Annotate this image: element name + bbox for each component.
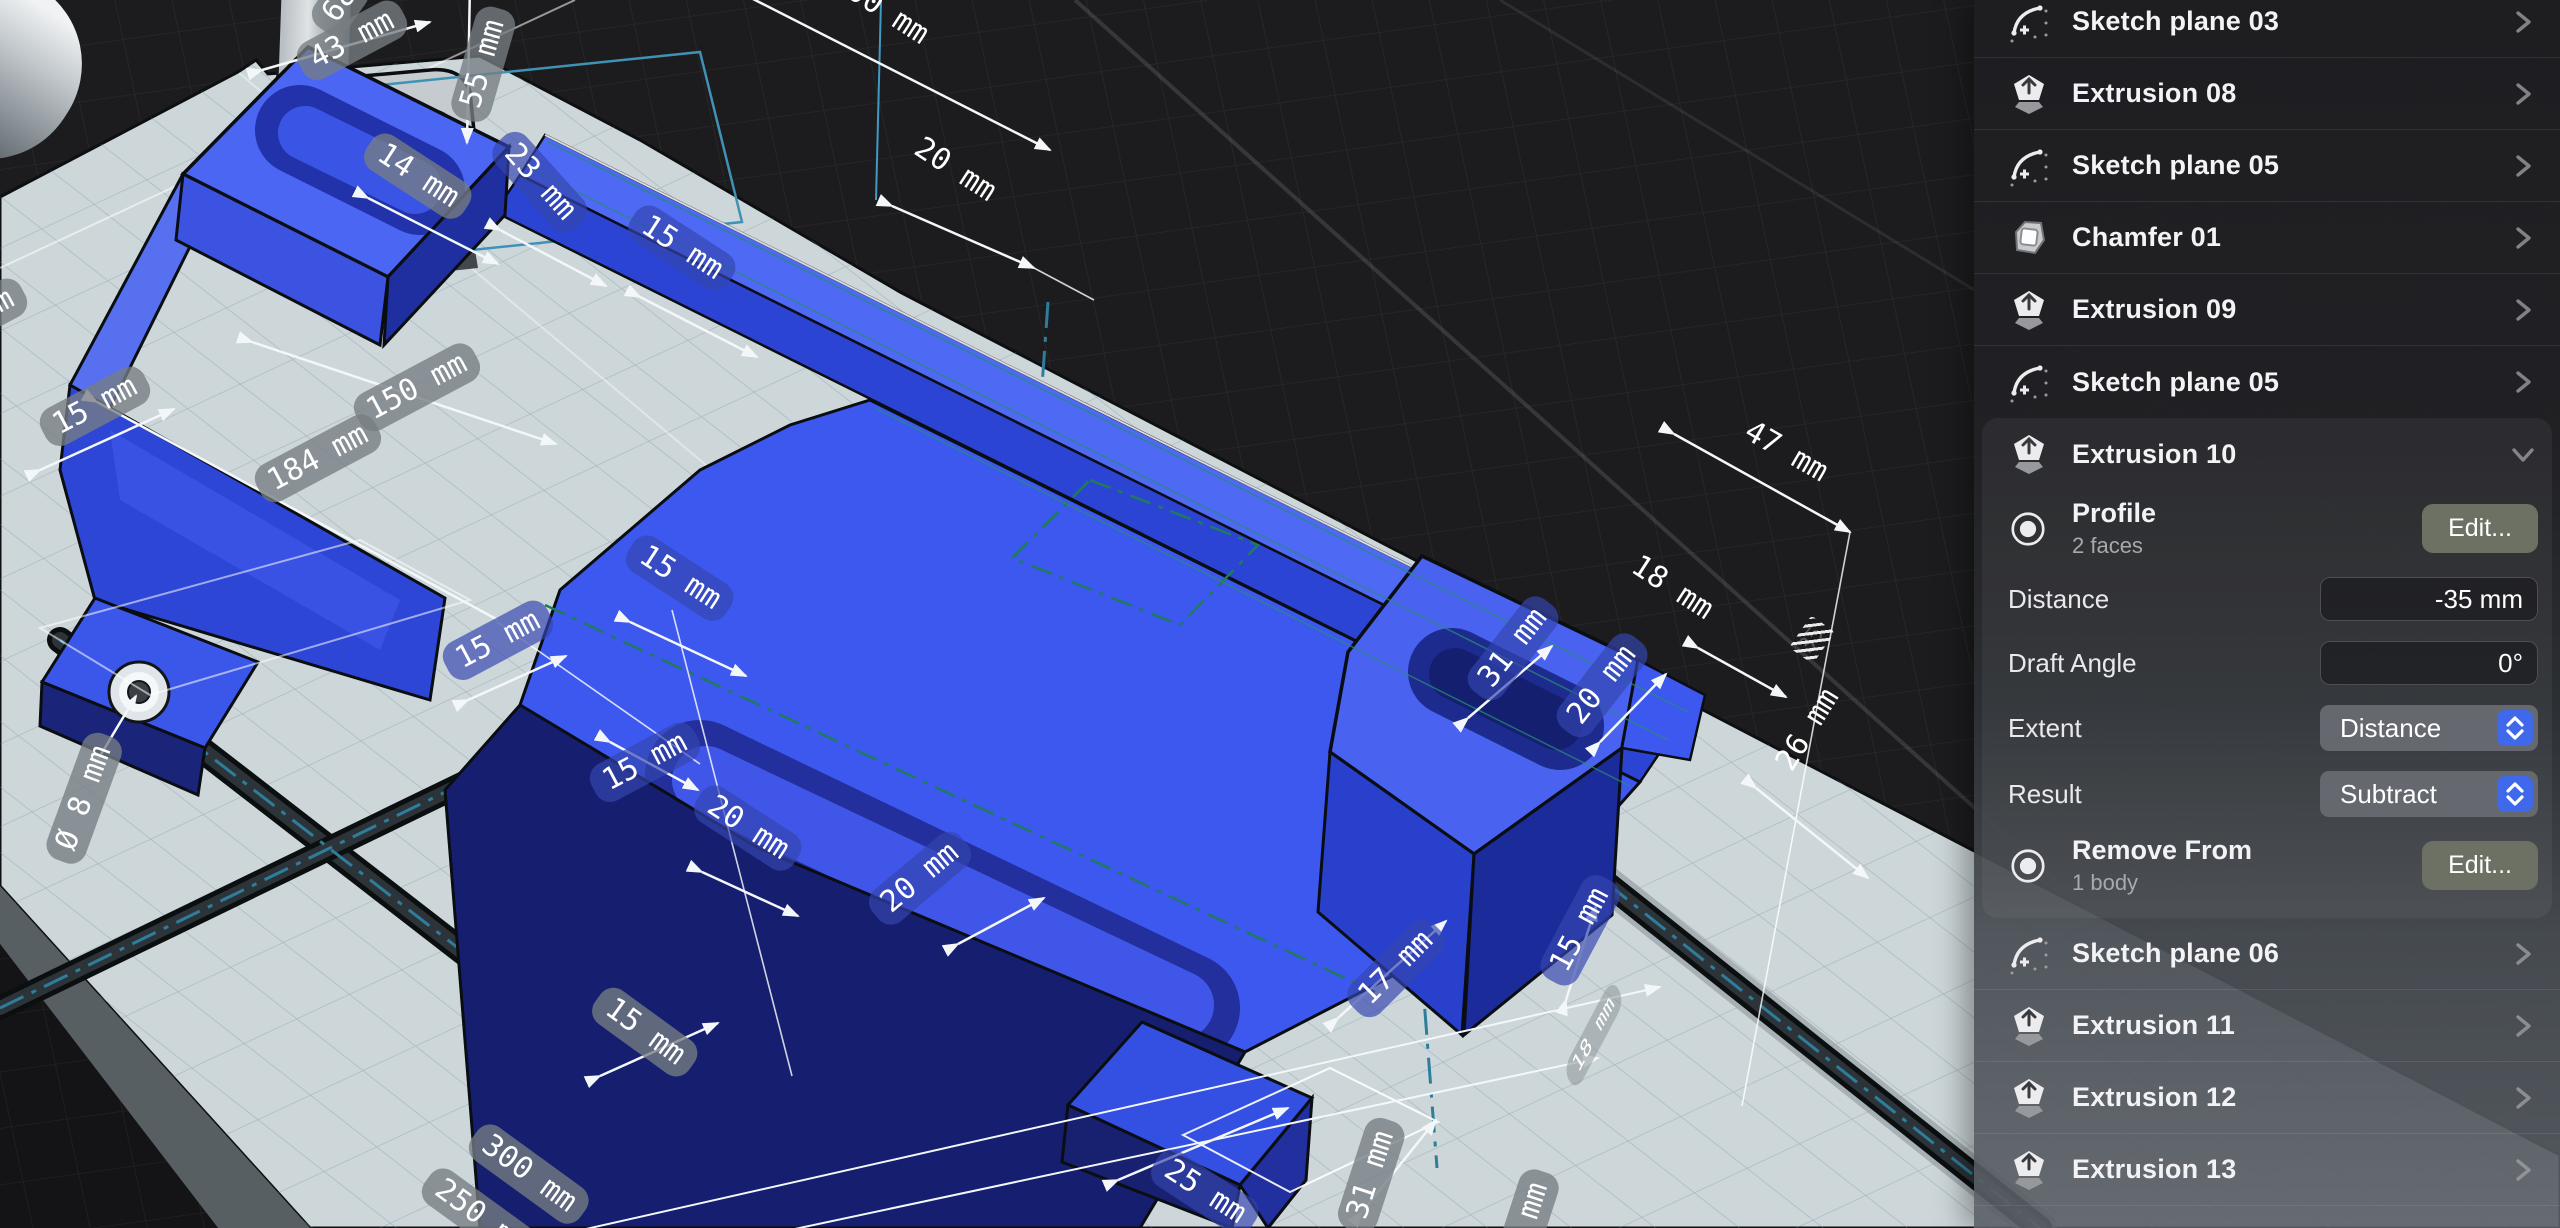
chevron-right-icon[interactable] <box>2508 1011 2538 1041</box>
stepper-icon <box>2497 710 2533 746</box>
remove-from-title: Remove From <box>2072 835 2422 866</box>
chevron-down-icon[interactable] <box>2508 439 2538 469</box>
extrusion-icon <box>2008 289 2050 331</box>
sidebar-item-sketch-plane-06[interactable]: Sketch plane 06 <box>1974 918 2560 990</box>
chevron-right-icon[interactable] <box>2508 151 2538 181</box>
history-sidebar: Sketch plane 03 Extrusion 08 Sketch plan… <box>1974 0 2560 1228</box>
result-row: Result Subtract <box>1982 761 2552 827</box>
extent-value: Distance <box>2340 713 2441 744</box>
sidebar-item-sketch-plane-05[interactable]: Sketch plane 05 <box>1974 130 2560 202</box>
draft-angle-row: Draft Angle <box>1982 631 2552 695</box>
sidebar-item-extrusion-08[interactable]: Extrusion 08 <box>1974 58 2560 130</box>
remove-from-subtitle: 1 body <box>2072 870 2422 896</box>
remove-from-edit-button[interactable]: Edit... <box>2422 841 2538 890</box>
chevron-right-icon[interactable] <box>2508 223 2538 253</box>
profile-subtitle: 2 faces <box>2072 533 2422 559</box>
sidebar-item-label: Extrusion 13 <box>2072 1154 2508 1185</box>
chamfer-icon <box>2008 217 2050 259</box>
chevron-right-icon[interactable] <box>2508 7 2538 37</box>
profile-title: Profile <box>2072 498 2422 529</box>
sidebar-item-label: Extrusion 08 <box>2072 78 2508 109</box>
profile-edit-button[interactable]: Edit... <box>2422 504 2538 553</box>
chevron-right-icon[interactable] <box>2508 939 2538 969</box>
result-label: Result <box>2008 779 2082 810</box>
sidebar-item-label: Sketch plane 05 <box>2072 367 2508 398</box>
sidebar-item-extrusion-12[interactable]: Extrusion 12 <box>1974 1062 2560 1134</box>
stepper-icon <box>2497 776 2533 812</box>
chevron-right-icon[interactable] <box>2508 1155 2538 1185</box>
chevron-right-icon[interactable] <box>2508 295 2538 325</box>
extrusion-icon <box>2008 1077 2050 1119</box>
sidebar-item-label: Sketch plane 06 <box>2072 938 2508 969</box>
sidebar-item-label: Sketch plane 03 <box>2072 6 2508 37</box>
extent-label: Extent <box>2008 713 2082 744</box>
sidebar-item-sketch-plane-03[interactable]: Sketch plane 03 <box>1974 0 2560 58</box>
remove-from-row: Remove From 1 body Edit... <box>1982 827 2552 904</box>
sidebar-item-label: Sketch plane 05 <box>2072 150 2508 181</box>
extent-row: Extent Distance <box>1982 695 2552 761</box>
extrusion-icon <box>2008 73 2050 115</box>
sidebar-item-label: Extrusion 09 <box>2072 294 2508 325</box>
app-window: 68 43 mm 55 mm 14 mm 23 mm 15 mm 100 mm … <box>0 0 2560 1228</box>
sidebar-item-label: Extrusion 12 <box>2072 1082 2508 1113</box>
extent-dropdown[interactable]: Distance <box>2320 705 2538 751</box>
sketch-plane-icon <box>2008 361 2050 403</box>
distance-label: Distance <box>2008 584 2109 615</box>
distance-row: Distance <box>1982 567 2552 631</box>
panel-title: Extrusion 10 <box>2072 439 2508 470</box>
extrusion-icon <box>2008 1005 2050 1047</box>
draft-angle-input[interactable] <box>2320 641 2538 685</box>
sketch-plane-icon <box>2008 1 2050 43</box>
sidebar-item-extrusion-13[interactable]: Extrusion 13 <box>1974 1134 2560 1206</box>
sidebar-item-extrusion-11[interactable]: Extrusion 11 <box>1974 990 2560 1062</box>
sidebar-item-label: Extrusion 11 <box>2072 1010 2508 1041</box>
result-dropdown[interactable]: Subtract <box>2320 771 2538 817</box>
extrusion-icon <box>2008 433 2050 475</box>
extrusion-icon <box>2008 1149 2050 1191</box>
draft-angle-label: Draft Angle <box>2008 648 2137 679</box>
sketch-plane-icon <box>2008 145 2050 187</box>
chevron-right-icon[interactable] <box>2508 367 2538 397</box>
sidebar-item-label: Chamfer 01 <box>2072 222 2508 253</box>
sketch-plane-icon <box>2008 933 2050 975</box>
sidebar-item-sketch-plane-05b[interactable]: Sketch plane 05 <box>1974 346 2560 418</box>
sidebar-item-chamfer-01[interactable]: Chamfer 01 <box>1974 202 2560 274</box>
chevron-right-icon[interactable] <box>2508 1083 2538 1113</box>
distance-input[interactable] <box>2320 577 2538 621</box>
radio-selected-icon <box>2008 846 2048 886</box>
sidebar-item-extrusion-10[interactable]: Extrusion 10 <box>1982 418 2552 490</box>
result-value: Subtract <box>2340 779 2437 810</box>
extrusion-10-panel: Extrusion 10 Profile 2 faces Edit... Dis… <box>1982 418 2552 918</box>
profile-row: Profile 2 faces Edit... <box>1982 490 2552 567</box>
radio-selected-icon <box>2008 509 2048 549</box>
sidebar-item-extrusion-09[interactable]: Extrusion 09 <box>1974 274 2560 346</box>
chevron-right-icon[interactable] <box>2508 79 2538 109</box>
